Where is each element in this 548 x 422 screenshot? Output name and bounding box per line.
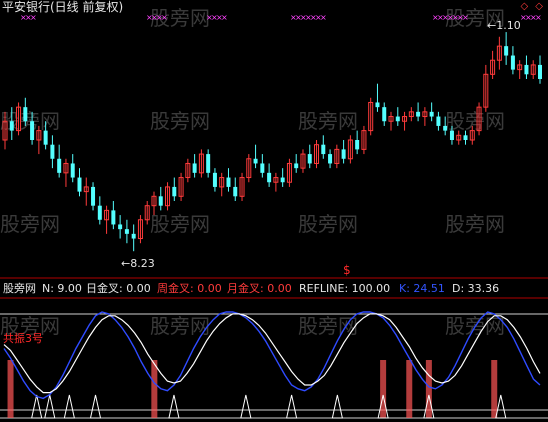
candle-body — [429, 111, 434, 117]
candle-body — [30, 121, 35, 140]
candle-body — [77, 177, 82, 192]
param-daily-cross: 日金叉: 0.00 — [86, 282, 151, 295]
k-line — [3, 311, 541, 400]
signal-triangle — [89, 394, 102, 419]
resonance-label: 共振3号 — [3, 332, 43, 345]
candle-body — [50, 144, 55, 159]
indicator-param-bar: 股旁网 N: 9.00 日金叉: 0.00 周金叉: 0.00 月金叉: 0.0… — [0, 281, 548, 296]
param-monthly-cross: 月金叉: 0.00 — [227, 282, 292, 295]
cross-marker: × — [221, 13, 228, 22]
resonance-bar — [425, 360, 432, 418]
candle-body — [341, 149, 346, 159]
candle-body — [449, 130, 454, 140]
indicator-name[interactable]: 股旁网 — [3, 281, 36, 296]
candle-body — [355, 140, 360, 150]
candle-body — [233, 186, 238, 197]
signal-triangle — [63, 394, 75, 419]
cross-marker: × — [161, 13, 168, 22]
candle-body — [436, 116, 441, 126]
param-d: D: 33.36 — [452, 282, 500, 295]
candle-body — [443, 125, 448, 131]
candle-body — [206, 154, 211, 173]
candle-body — [111, 210, 116, 225]
candle-body — [416, 111, 421, 117]
candle-body — [382, 107, 387, 122]
candle-body — [91, 186, 96, 206]
candle-body — [321, 144, 326, 155]
candle-body — [463, 135, 468, 140]
candle-body — [294, 163, 299, 169]
signal-triangle — [240, 394, 252, 419]
chart-title: 平安银行(日线 前复权) — [2, 0, 124, 14]
signal-triangle — [495, 394, 507, 419]
param-refline: REFLINE: 100.00 — [299, 282, 391, 295]
candle-body — [280, 177, 285, 183]
candle-body — [510, 55, 515, 70]
cross-marker: × — [30, 13, 37, 22]
signal-triangle — [168, 394, 180, 419]
cross-marker: × — [535, 13, 542, 22]
signal-triangle — [44, 394, 56, 419]
param-n: N: 9.00 — [42, 282, 82, 295]
resonance-bar — [406, 360, 413, 418]
param-weekly-cross: 周金叉: 0.00 — [157, 282, 222, 295]
signal-triangle — [285, 394, 298, 419]
signal-triangle — [331, 394, 343, 419]
candle-body — [395, 116, 400, 122]
candle-body — [131, 233, 136, 239]
stock-chart-window: 股旁网 股旁网 股旁网 股旁网 股旁网 股旁网 股旁网 股旁网 股旁网 股旁网 股旁网 股旁网 股旁网股… — [0, 0, 548, 422]
cross-marker: × — [320, 13, 327, 22]
candle-body — [524, 64, 529, 75]
low-price-label: ←8.23 — [121, 257, 155, 270]
candle-body — [118, 224, 123, 230]
candle-body — [57, 158, 62, 173]
candle-body — [267, 172, 272, 183]
candle-body — [70, 163, 75, 178]
signal-triangle — [31, 394, 43, 419]
candle-body — [212, 172, 217, 187]
candle-body — [172, 186, 177, 197]
candle-body — [504, 46, 509, 56]
resonance-bar — [491, 360, 498, 418]
candle-body — [124, 229, 129, 234]
candle-body — [192, 163, 197, 173]
resonance-bar — [380, 360, 387, 418]
candle-body — [226, 177, 231, 187]
candle-body — [158, 196, 163, 206]
cross-marker: × — [462, 13, 469, 22]
candle-body — [43, 130, 48, 145]
resonance-signal-marker: $ — [343, 263, 351, 277]
candle-body — [375, 102, 380, 108]
resonance-bar — [7, 360, 14, 418]
candle-body — [97, 205, 102, 220]
diamond-icons[interactable]: ◇ ◇ — [520, 1, 545, 12]
candle-body — [260, 163, 265, 173]
candle-body — [9, 121, 14, 131]
candle-body — [23, 107, 28, 122]
candle-body — [307, 154, 312, 164]
resonance-bar — [151, 360, 158, 418]
param-k: K: 24.51 — [399, 282, 445, 295]
candle-body — [253, 158, 258, 164]
chart-canvas: ××× ×××× ×××× ××××××× ××××××× ×××× — [0, 13, 548, 419]
high-price-label: ←1.10 — [487, 19, 521, 32]
candle-body — [538, 64, 542, 79]
candle-body — [328, 154, 333, 164]
